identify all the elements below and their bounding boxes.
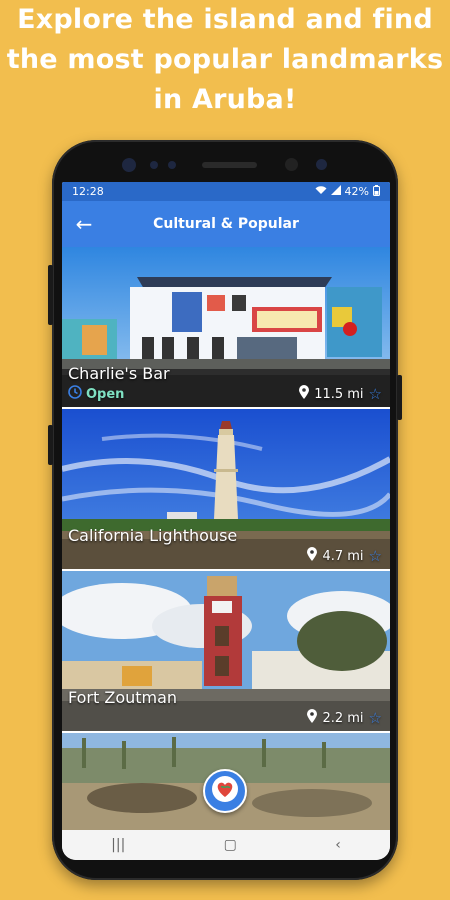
place-card-fort-zoutman[interactable]: Fort Zoutman 2.2 mi ☆: [62, 571, 390, 733]
app-bar: ← Cultural & Popular: [62, 201, 390, 247]
app-logo-button[interactable]: [203, 769, 247, 813]
volume-button: [48, 265, 53, 325]
sensor-icon: [150, 161, 158, 169]
clock-icon: [68, 385, 82, 403]
distance-value: 4.7 mi: [322, 548, 364, 564]
status-bar: 12:28 42%: [62, 182, 390, 201]
promo-headline: Explore the island and find the most pop…: [0, 0, 450, 120]
star-outline-icon[interactable]: ☆: [369, 547, 382, 565]
headline-line-2: the most popular landmarks: [6, 44, 444, 75]
bixby-button: [48, 425, 53, 465]
front-camera-icon: [122, 158, 136, 172]
headline-line-3: in Aruba!: [153, 84, 297, 115]
system-nav-bar: ||| ▢ ‹: [62, 830, 390, 860]
location-pin-icon: [307, 709, 318, 727]
place-card-california-lighthouse[interactable]: California Lighthouse 4.7 mi ☆: [62, 409, 390, 571]
page-title: Cultural & Popular: [153, 216, 299, 232]
open-status: Open: [68, 385, 124, 403]
distance: 4.7 mi ☆: [307, 547, 382, 565]
open-status-label: Open: [86, 386, 125, 402]
nav-back-icon[interactable]: ‹: [335, 837, 341, 853]
location-pin-icon: [299, 385, 310, 403]
sensor-icon: [168, 161, 176, 169]
distance: 11.5 mi ☆: [299, 385, 382, 403]
app-screen: 12:28 42% ← Cultural & Popular Charlie's…: [62, 182, 390, 860]
battery-icon: [373, 184, 380, 199]
location-pin-icon: [307, 547, 318, 565]
distance: 2.2 mi ☆: [307, 709, 382, 727]
power-button: [397, 375, 402, 420]
place-card-charlies-bar[interactable]: Charlie's Bar Open 11.5 mi ☆: [62, 247, 390, 409]
nav-recents-icon[interactable]: |||: [111, 837, 125, 853]
signal-icon: [330, 185, 341, 198]
distance-value: 2.2 mi: [322, 710, 364, 726]
star-outline-icon[interactable]: ☆: [369, 385, 382, 403]
iris-camera-icon: [285, 158, 298, 171]
earpiece-speaker: [202, 162, 257, 168]
iris-sensor-icon: [316, 159, 327, 170]
back-arrow-icon[interactable]: ←: [72, 212, 96, 236]
heart-logo-icon: [211, 775, 239, 807]
headline-line-1: Explore the island and find: [17, 4, 433, 35]
nav-home-icon[interactable]: ▢: [224, 837, 237, 853]
star-outline-icon[interactable]: ☆: [369, 709, 382, 727]
place-name: Fort Zoutman: [68, 688, 178, 707]
battery-percent: 42%: [344, 185, 369, 198]
place-name: California Lighthouse: [68, 526, 238, 545]
place-name: Charlie's Bar: [68, 364, 170, 383]
wifi-icon: [315, 185, 327, 198]
distance-value: 11.5 mi: [314, 386, 364, 402]
status-time: 12:28: [72, 185, 104, 198]
